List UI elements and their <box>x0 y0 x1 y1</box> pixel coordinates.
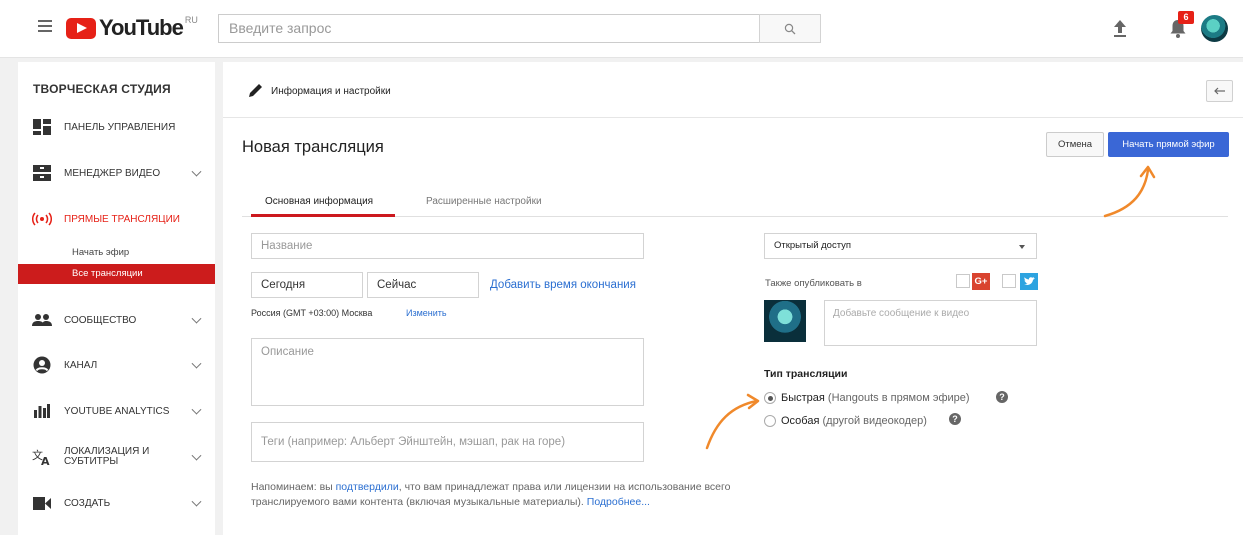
twitter-icon <box>1020 273 1038 290</box>
notification-badge: 6 <box>1178 11 1194 24</box>
community-icon <box>32 311 52 329</box>
topbar-title: Информация и настройки <box>271 86 391 97</box>
search-input[interactable]: Введите запрос <box>218 14 760 43</box>
main-panel: Информация и настройки Новая трансляция … <box>223 62 1243 535</box>
sidebar-item-channel[interactable]: КАНАЛ <box>18 350 215 380</box>
start-live-button[interactable]: Начать прямой эфир <box>1108 132 1229 157</box>
sidebar-item-video-manager[interactable]: МЕНЕДЖЕР ВИДЕО <box>18 158 215 188</box>
date-input[interactable]: Сегодня <box>251 272 363 298</box>
cancel-button[interactable]: Отмена <box>1046 132 1104 157</box>
annotation-arrow-start <box>1103 165 1156 218</box>
sidebar-item-analytics[interactable]: YOUTUBE ANALYTICS <box>18 396 215 426</box>
also-publish-label: Также опубликовать в <box>765 278 862 289</box>
top-header: YouTube RU Введите запрос 6 <box>0 0 1243 58</box>
sidebar-title: ТВОРЧЕСКАЯ СТУДИЯ <box>33 82 171 96</box>
page-title: Новая трансляция <box>242 138 384 156</box>
chevron-down-icon[interactable] <box>191 358 202 369</box>
logo-region: RU <box>184 15 198 25</box>
annotation-arrow-type <box>705 393 760 450</box>
sidebar-item-label: МЕНЕДЖЕР ВИДЕО <box>64 167 161 179</box>
sidebar-item-label: КАНАЛ <box>64 359 98 371</box>
privacy-select[interactable]: Открытый доступ <box>764 233 1037 259</box>
sidebar-item-create[interactable]: СОЗДАТЬ <box>18 488 215 518</box>
pencil-icon <box>249 84 262 97</box>
description-textarea[interactable]: Описание <box>251 338 644 406</box>
timezone-label: Россия (GMT +03:00) Москва <box>251 308 373 318</box>
tab-basic-info[interactable]: Основная информация <box>265 196 373 207</box>
privacy-value: Открытый доступ <box>774 240 852 251</box>
translate-icon: 文A <box>32 448 52 466</box>
chevron-down-icon[interactable] <box>191 166 202 177</box>
help-icon[interactable]: ? <box>949 413 961 425</box>
sidebar-item-localization[interactable]: 文A ЛОКАЛИЗАЦИЯ И СУБТИТРЫ <box>18 442 215 472</box>
analytics-icon <box>32 402 52 420</box>
notice-text: Напоминаем: вы <box>251 481 336 493</box>
tags-input[interactable]: Теги (например: Альберт Эйнштейн, мэшап,… <box>251 422 644 462</box>
more-link[interactable]: Подробнее... <box>587 496 650 508</box>
sidebar: ТВОРЧЕСКАЯ СТУДИЯ ПАНЕЛЬ УПРАВЛЕНИЯ МЕНЕ… <box>18 62 215 535</box>
video-manager-icon <box>32 164 52 182</box>
youtube-play-icon <box>66 18 96 39</box>
option-fast-text: Быстрая <box>781 392 825 404</box>
chevron-down-icon[interactable] <box>191 404 202 415</box>
gplus-checkbox[interactable] <box>956 274 970 288</box>
sidebar-item-label: YOUTUBE ANALYTICS <box>64 405 170 417</box>
radio-fast-label[interactable]: Быстрая (Hangouts в прямом эфире) <box>781 392 970 404</box>
chevron-down-icon[interactable] <box>191 313 202 324</box>
change-timezone-link[interactable]: Изменить <box>406 308 447 318</box>
google-plus-icon: G+ <box>972 273 990 290</box>
option-custom-note: (другой видеокодер) <box>822 415 927 427</box>
info-topbar: Информация и настройки <box>223 62 1243 118</box>
sidebar-item-label: СОЗДАТЬ <box>64 497 111 509</box>
back-button[interactable] <box>1206 80 1233 102</box>
active-tab-indicator <box>251 214 395 217</box>
sidebar-item-label: ЛОКАЛИЗАЦИЯ И СУБТИТРЫ <box>64 446 150 467</box>
search-icon <box>784 23 796 34</box>
youtube-logo[interactable]: YouTube RU <box>66 15 198 43</box>
add-end-time-link[interactable]: Добавить время окончания <box>490 279 636 291</box>
live-icon <box>32 210 52 228</box>
chevron-down-icon[interactable] <box>191 450 202 461</box>
search-button[interactable] <box>759 14 821 43</box>
radio-custom-label[interactable]: Особая (другой видеокодер) <box>781 415 927 427</box>
rights-notice: Напоминаем: вы подтвердили, что вам прин… <box>251 480 751 510</box>
share-message-textarea[interactable]: Добавьте сообщение к видео <box>824 300 1037 346</box>
confirmed-link[interactable]: подтвердили <box>336 481 399 493</box>
title-input[interactable]: Название <box>251 233 644 259</box>
stream-type-title: Тип трансляции <box>764 368 848 380</box>
back-arrow-icon <box>1213 87 1225 95</box>
option-custom-text: Особая <box>781 415 820 427</box>
dashboard-icon <box>32 118 52 136</box>
twitter-checkbox[interactable] <box>1002 274 1016 288</box>
menu-icon[interactable] <box>38 20 52 32</box>
option-fast-note: (Hangouts в прямом эфире) <box>827 392 970 404</box>
chevron-down-icon[interactable] <box>191 496 202 507</box>
avatar[interactable] <box>1201 15 1228 42</box>
tab-advanced-settings[interactable]: Расширенные настройки <box>426 196 542 207</box>
help-icon[interactable]: ? <box>996 391 1008 403</box>
sidebar-item-live[interactable]: ПРЯМЫЕ ТРАНСЛЯЦИИ <box>18 204 215 234</box>
logo-text: YouTube <box>99 15 184 40</box>
channel-avatar <box>764 300 806 342</box>
sidebar-item-label: ПРЯМЫЕ ТРАНСЛЯЦИИ <box>64 213 180 225</box>
sidebar-subitem-all-streams[interactable]: Все трансляции <box>18 264 215 284</box>
caret-down-icon <box>1019 245 1025 249</box>
channel-icon <box>32 356 52 374</box>
create-icon <box>32 494 52 512</box>
upload-icon[interactable] <box>1111 17 1129 39</box>
sidebar-item-community[interactable]: СООБЩЕСТВО <box>18 305 215 335</box>
sidebar-subitem-start-stream[interactable]: Начать эфир <box>18 243 215 263</box>
sidebar-item-dashboard[interactable]: ПАНЕЛЬ УПРАВЛЕНИЯ <box>18 112 215 142</box>
time-input[interactable]: Сейчас <box>367 272 479 298</box>
sidebar-item-label: ПАНЕЛЬ УПРАВЛЕНИЯ <box>64 121 176 133</box>
sidebar-item-label: СООБЩЕСТВО <box>64 314 137 326</box>
svg-text:A: A <box>41 455 50 466</box>
